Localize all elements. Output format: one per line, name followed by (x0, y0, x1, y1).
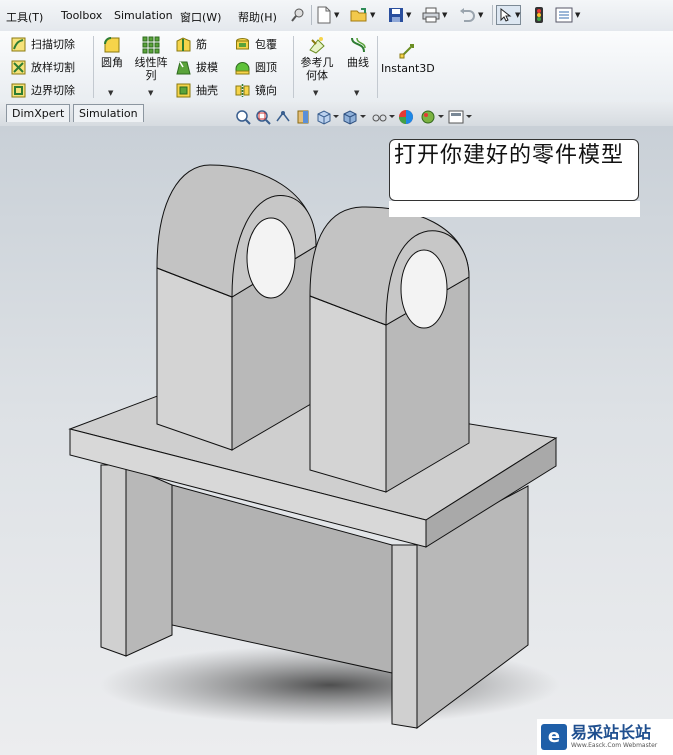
callout-background (389, 201, 640, 217)
support-leg-left (100, 464, 173, 657)
instruction-callout: 打开你建好的零件模型 (389, 139, 639, 201)
part-model[interactable] (0, 0, 673, 755)
site-watermark: e 易采站长站 Www.Easck.Com Webmaster (537, 719, 673, 755)
lug-left (156, 164, 317, 451)
lug-hole-left (246, 217, 296, 299)
lug-right (309, 206, 470, 493)
watermark-logo-icon: e (541, 724, 567, 750)
lug-hole-right (400, 249, 448, 329)
watermark-subtitle: Www.Easck.Com Webmaster (571, 742, 658, 749)
watermark-title: 易采站长站 (571, 723, 652, 742)
